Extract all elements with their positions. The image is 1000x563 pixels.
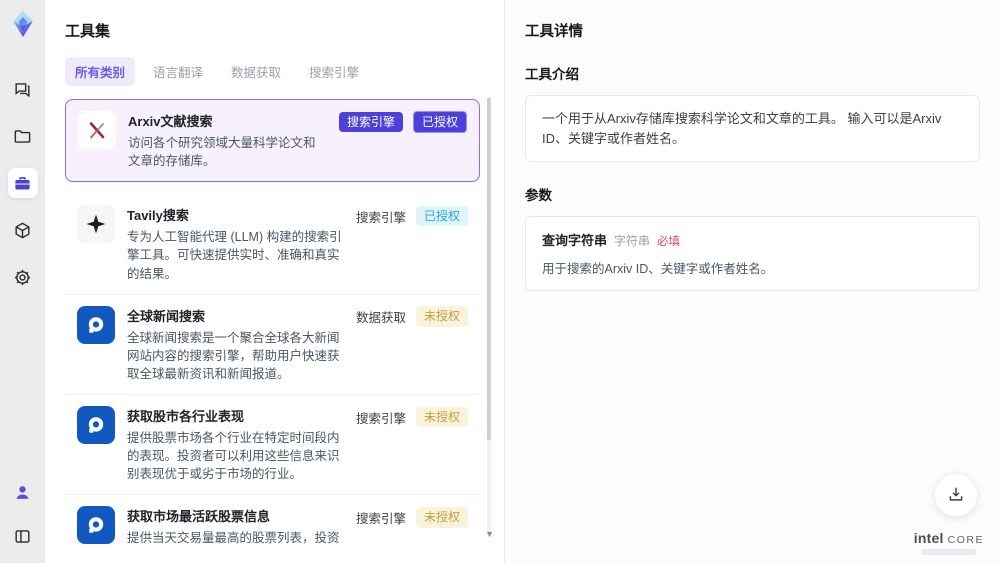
tool-badges: 数据获取 未授权: [356, 306, 468, 328]
tool-icon: [78, 111, 116, 149]
tool-list-item[interactable]: 获取股市各行业表现 提供股票市场各个行业在特定时间段内的表现。投资者可以利用这些…: [65, 395, 480, 496]
cube-icon: [15, 222, 30, 238]
brand-sub: CORE: [947, 534, 984, 546]
tool-description: 提供当天交易量最高的股票列表，投资者可以利用这些信息来识别流动性强的股票和潜在的…: [127, 531, 340, 544]
brand-name: intel: [913, 530, 944, 546]
details-title: 工具详情: [525, 24, 583, 40]
tool-list-item[interactable]: Arxiv文献搜索 访问各个研究领域大量科学论文和文章的存储库。 搜索引擎 已授…: [65, 99, 480, 183]
briefcase-icon: [15, 176, 30, 189]
category-tab[interactable]: 数据获取: [221, 57, 291, 86]
tool-badges: 搜索引擎 未授权: [356, 406, 468, 428]
tool-name: Arxiv文献搜索: [128, 114, 213, 129]
tool-description: 访问各个研究领域大量科学论文和文章的存储库。: [128, 136, 316, 169]
tool-name: 获取市场最活跃股票信息: [127, 509, 271, 525]
tool-category-badge: 搜索引擎: [355, 210, 406, 225]
gear-icon: [14, 269, 31, 285]
sidebar: [0, 0, 45, 563]
tool-icon: [77, 205, 115, 244]
sidebar-item-settings[interactable]: [8, 262, 38, 292]
tool-name: 全球新闻搜索: [127, 308, 206, 324]
param-required-badge: 必填: [657, 236, 681, 248]
tool-description: 提供股票市场各个行业在特定时间段内的表现。投资者可以利用这些信息来识别表现优于或…: [127, 431, 340, 482]
download-button[interactable]: [934, 473, 978, 517]
intro-heading: 工具介绍: [525, 67, 579, 82]
tool-category-badge: 搜索引擎: [338, 111, 403, 133]
tool-list-item[interactable]: 全球新闻搜索 全球新闻搜索是一个聚合全球各大新闻网站内容的搜索引擎，帮助用户快速…: [65, 294, 480, 395]
param-box: 查询字符串 字符串 必填 用于搜索的Arxiv ID、关键字或作者姓名。: [525, 216, 980, 291]
sidebar-item-collapse[interactable]: [8, 521, 38, 551]
tool-status-badge: 未授权: [415, 406, 468, 428]
folder-icon: [14, 129, 31, 143]
category-tabs: 所有类别 语言翻译 数据获取 搜索引擎: [65, 57, 480, 86]
tool-status-badge: 已授权: [412, 110, 467, 134]
tool-name: Tavily搜索: [127, 208, 189, 224]
tool-icon: [77, 305, 115, 344]
collapse-panel-icon: [15, 529, 30, 543]
sidebar-item-tools[interactable]: [7, 168, 38, 198]
list-scrollbar[interactable]: [487, 96, 491, 535]
sidebar-item-account[interactable]: [8, 477, 38, 507]
category-tab[interactable]: 所有类别: [65, 57, 136, 86]
tool-text: 全球新闻搜索 全球新闻搜索是一个聚合全球各大新闻网站内容的搜索引擎，帮助用户快速…: [127, 306, 344, 383]
chat-icon: [15, 82, 30, 97]
param-name: 查询字符串: [542, 233, 608, 248]
tool-list-item[interactable]: Tavily搜索 专为人工智能代理 (LLM) 构建的搜索引擎工具。可快速提供实…: [65, 194, 480, 295]
tool-text: Arxiv文献搜索 访问各个研究领域大量科学论文和文章的存储库。: [128, 111, 327, 170]
user-icon: [16, 485, 29, 499]
tool-category-badge: 搜索引擎: [355, 411, 406, 426]
tool-list-item[interactable]: 获取市场最活跃股票信息 提供当天交易量最高的股票列表，投资者可以利用这些信息来识…: [65, 495, 480, 544]
tool-icon: [77, 406, 115, 444]
tool-text: Tavily搜索 专为人工智能代理 (LLM) 构建的搜索引擎工具。可快速提供实…: [127, 205, 344, 282]
download-icon: [949, 487, 963, 501]
category-tab[interactable]: 搜索引擎: [299, 57, 369, 86]
tool-badges: 搜索引擎 已授权: [356, 205, 468, 227]
tool-category-badge: 搜索引擎: [355, 511, 406, 526]
scroll-down-icon[interactable]: ▼: [485, 530, 494, 539]
sidebar-item-files[interactable]: [8, 121, 38, 151]
intel-core-logo: intel CORE: [914, 530, 984, 555]
tool-name: 获取股市各行业表现: [127, 409, 245, 424]
tool-badges: 搜索引擎 未授权: [356, 506, 468, 528]
tool-details-panel: 工具详情 工具介绍 一个用于从Arxiv存储库搜索科学论文和文章的工具。 输入可…: [505, 0, 1000, 563]
tool-text: 获取股市各行业表现 提供股票市场各个行业在特定时间段内的表现。投资者可以利用这些…: [127, 406, 344, 483]
scrollbar-thumb[interactable]: [487, 98, 491, 441]
tool-description: 全球新闻搜索是一个聚合全球各大新闻网站内容的搜索引擎，帮助用户快速获取全球最新资…: [127, 330, 340, 381]
tool-category-badge: 数据获取: [355, 311, 406, 326]
intro-box: 一个用于从Arxiv存储库搜索科学论文和文章的工具。 输入可以是Arxiv ID…: [525, 95, 980, 162]
tool-status-badge: 已授权: [415, 206, 468, 227]
sidebar-bottom: [8, 477, 38, 551]
sidebar-item-packages[interactable]: [8, 215, 38, 245]
tool-icon: [77, 506, 115, 544]
sidebar-item-chat[interactable]: [8, 74, 38, 104]
tool-status-badge: 未授权: [415, 306, 468, 327]
tool-badges: 搜索引擎 已授权: [338, 110, 467, 134]
app-window: 工具集 所有类别 语言翻译 数据获取 搜索引擎 Arxiv文献搜索 访问各个研究…: [0, 0, 1000, 563]
tool-description: 专为人工智能代理 (LLM) 构建的搜索引擎工具。可快速提供实时、准确和真实的结…: [127, 230, 342, 281]
app-logo-icon: [9, 10, 37, 38]
tool-status-badge: 未授权: [415, 507, 468, 528]
tool-list-panel: 工具集 所有类别 语言翻译 数据获取 搜索引擎 Arxiv文献搜索 访问各个研究…: [45, 0, 505, 563]
category-tab[interactable]: 语言翻译: [143, 57, 213, 86]
tool-list: Arxiv文献搜索 访问各个研究领域大量科学论文和文章的存储库。 搜索引擎 已授…: [65, 99, 480, 544]
param-description: 用于搜索的Arxiv ID、关键字或作者姓名。: [542, 262, 774, 276]
page-title: 工具集: [65, 23, 111, 40]
sidebar-nav: [7, 74, 38, 292]
intro-text: 一个用于从Arxiv存储库搜索科学论文和文章的工具。 输入可以是Arxiv ID…: [542, 111, 942, 146]
tool-text: 获取市场最活跃股票信息 提供当天交易量最高的股票列表，投资者可以利用这些信息来识…: [127, 506, 344, 544]
param-type: 字符串: [614, 234, 651, 248]
params-heading: 参数: [525, 188, 552, 203]
